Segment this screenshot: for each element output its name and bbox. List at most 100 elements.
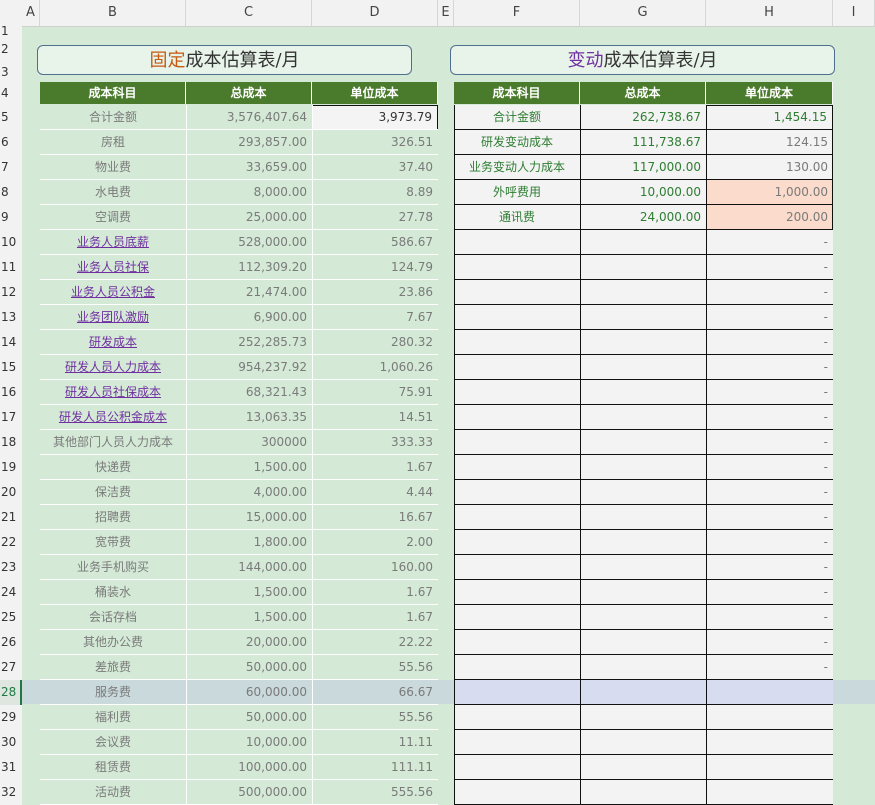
fixed-row-unit[interactable]: 124.79 [312,255,438,280]
fixed-row-total[interactable]: 15,000.00 [186,505,312,530]
variable-dash-cell[interactable]: - [706,580,833,605]
fixed-row-total[interactable]: 1,500.00 [186,605,312,630]
row-header-4[interactable]: 4 [0,81,22,105]
fixed-row-total[interactable]: 252,285.73 [186,330,312,355]
variable-dash-cell[interactable]: - [706,505,833,530]
fixed-row-unit[interactable]: 27.78 [312,205,438,230]
fixed-row-name[interactable]: 研发人员社保成本 [40,380,186,405]
fixed-row-total[interactable]: 144,000.00 [186,555,312,580]
row-header-16[interactable]: 16 [0,380,22,405]
row-header-15[interactable]: 15 [0,355,22,380]
variable-row-total[interactable]: 117,000.00 [580,155,706,180]
fixed-row-total[interactable]: 60,000.00 [186,680,312,705]
row-header-9[interactable]: 9 [0,205,22,230]
variable-dash-cell[interactable]: - [706,530,833,555]
fixed-row-total[interactable]: 50,000.00 [186,705,312,730]
row-header-23[interactable]: 23 [0,555,22,580]
worksheet[interactable]: 固定成本估算表/月 变动成本估算表/月 成本科目 总成本 单位成本 成本科目 总成本 单位… [22,27,875,805]
variable-dash-cell[interactable]: - [706,555,833,580]
fixed-row-total[interactable]: 3,576,407.64 [186,105,312,130]
variable-row-unit[interactable]: 200.00 [706,205,833,230]
fixed-row-total[interactable]: 50,000.00 [186,655,312,680]
fixed-row-unit[interactable]: 333.33 [312,430,438,455]
fixed-row-name[interactable]: 研发人员人力成本 [40,355,186,380]
row-header-27[interactable]: 27 [0,655,22,680]
fixed-row-unit[interactable]: 22.22 [312,630,438,655]
fixed-row-total[interactable]: 6,900.00 [186,305,312,330]
row-header-29[interactable]: 29 [0,705,22,730]
column-header-g[interactable]: G [580,0,706,26]
fixed-row-name[interactable]: 业务团队激励 [40,305,186,330]
fixed-row-total[interactable]: 954,237.92 [186,355,312,380]
fixed-row-unit[interactable]: 280.32 [312,330,438,355]
fixed-row-name[interactable]: 研发人员公积金成本 [40,405,186,430]
row-header-5[interactable]: 5 [0,105,22,130]
variable-dash-cell[interactable]: - [706,605,833,630]
row-header-18[interactable]: 18 [0,430,22,455]
variable-dash-cell[interactable]: - [706,305,833,330]
fixed-row-total[interactable]: 300000 [186,430,312,455]
variable-dash-cell[interactable]: - [706,280,833,305]
column-header-i[interactable]: I [833,0,875,26]
row-header-7[interactable]: 7 [0,155,22,180]
fixed-row-unit[interactable]: 16.67 [312,505,438,530]
fixed-row-total[interactable]: 112,309.20 [186,255,312,280]
variable-dash-cell[interactable]: - [706,455,833,480]
fixed-row-total[interactable]: 528,000.00 [186,230,312,255]
column-header-c[interactable]: C [186,0,312,26]
fixed-row-unit[interactable]: 4.44 [312,480,438,505]
row-header-30[interactable]: 30 [0,730,22,755]
column-header-d[interactable]: D [312,0,438,26]
column-header-h[interactable]: H [706,0,833,26]
variable-row-unit[interactable]: 130.00 [706,155,833,180]
row-header-24[interactable]: 24 [0,580,22,605]
fixed-row-unit[interactable]: 555.56 [312,780,438,805]
variable-row-total[interactable]: 111,738.67 [580,130,706,155]
fixed-row-unit[interactable]: 3,973.79 [312,105,438,130]
row-header-2[interactable]: 2 [0,36,22,63]
fixed-row-unit[interactable]: 8.89 [312,180,438,205]
column-header-e[interactable]: E [438,0,454,26]
row-header-3[interactable]: 3 [0,63,22,81]
fixed-row-unit[interactable]: 55.56 [312,705,438,730]
fixed-row-name[interactable]: 业务人员社保 [40,255,186,280]
variable-dash-cell[interactable]: - [706,630,833,655]
row-header-19[interactable]: 19 [0,455,22,480]
variable-dash-cell[interactable]: - [706,405,833,430]
fixed-row-total[interactable]: 1,500.00 [186,455,312,480]
variable-dash-cell[interactable]: - [706,230,833,255]
row-header-10[interactable]: 10 [0,230,22,255]
fixed-row-total[interactable]: 10,000.00 [186,730,312,755]
variable-row-total[interactable]: 24,000.00 [580,205,706,230]
fixed-row-unit[interactable]: 55.56 [312,655,438,680]
fixed-row-total[interactable]: 13,063.35 [186,405,312,430]
variable-row-total[interactable]: 10,000.00 [580,180,706,205]
row-header-21[interactable]: 21 [0,505,22,530]
fixed-row-total[interactable]: 20,000.00 [186,630,312,655]
row-header-13[interactable]: 13 [0,305,22,330]
row-header-11[interactable]: 11 [0,255,22,280]
variable-dash-cell[interactable]: - [706,430,833,455]
fixed-row-unit[interactable]: 37.40 [312,155,438,180]
variable-row-unit[interactable]: 124.15 [706,130,833,155]
row-header-28[interactable]: 28 [0,680,22,705]
fixed-row-total[interactable]: 100,000.00 [186,755,312,780]
fixed-row-unit[interactable]: 11.11 [312,730,438,755]
fixed-row-unit[interactable]: 1.67 [312,580,438,605]
fixed-row-total[interactable]: 4,000.00 [186,480,312,505]
fixed-row-total[interactable]: 1,800.00 [186,530,312,555]
fixed-row-total[interactable]: 293,857.00 [186,130,312,155]
fixed-row-unit[interactable]: 66.67 [312,680,438,705]
fixed-row-total[interactable]: 21,474.00 [186,280,312,305]
variable-dash-cell[interactable]: - [706,255,833,280]
fixed-row-name[interactable]: 业务人员底薪 [40,230,186,255]
fixed-row-unit[interactable]: 1.67 [312,455,438,480]
fixed-row-unit[interactable]: 14.51 [312,405,438,430]
fixed-row-total[interactable]: 25,000.00 [186,205,312,230]
fixed-row-total[interactable]: 1,500.00 [186,580,312,605]
column-header-b[interactable]: B [40,0,186,26]
row-header-6[interactable]: 6 [0,130,22,155]
fixed-row-total[interactable]: 8,000.00 [186,180,312,205]
fixed-row-unit[interactable]: 586.67 [312,230,438,255]
fixed-row-unit[interactable]: 7.67 [312,305,438,330]
